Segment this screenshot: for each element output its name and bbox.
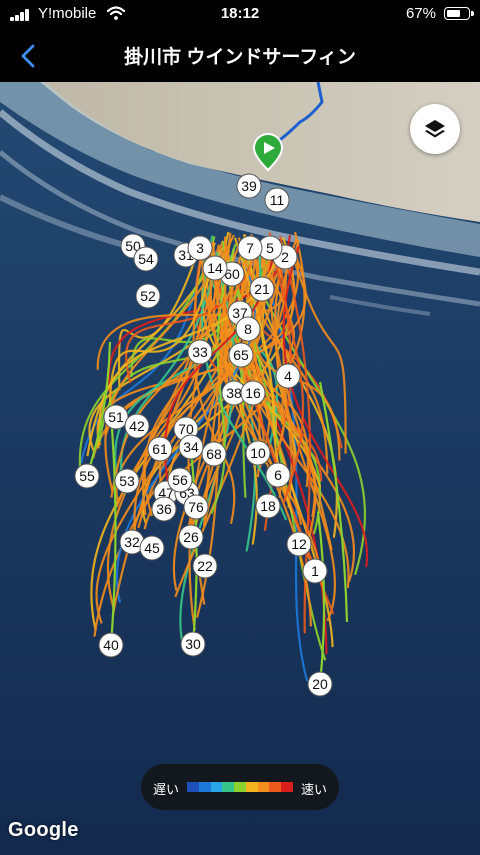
lap-marker-label: 14 bbox=[207, 260, 223, 276]
lap-marker-label: 68 bbox=[206, 446, 222, 462]
lap-marker[interactable]: 30 bbox=[180, 631, 206, 657]
lap-marker-label: 10 bbox=[250, 445, 266, 461]
lap-marker-label: 5 bbox=[266, 240, 274, 256]
lap-marker[interactable]: 21 bbox=[249, 276, 275, 302]
speed-color-swatch bbox=[234, 782, 246, 792]
lap-marker[interactable]: 68 bbox=[201, 441, 227, 467]
lap-marker[interactable]: 33 bbox=[187, 339, 213, 365]
lap-marker-label: 22 bbox=[197, 558, 213, 574]
lap-marker[interactable]: 42 bbox=[124, 413, 150, 439]
lap-marker-label: 54 bbox=[138, 251, 154, 267]
lap-marker[interactable]: 12 bbox=[286, 531, 312, 557]
lap-marker-label: 12 bbox=[291, 536, 307, 552]
speed-color-swatch bbox=[198, 782, 211, 792]
lap-marker[interactable]: 39 bbox=[236, 173, 262, 199]
lap-marker[interactable]: 26 bbox=[178, 524, 204, 550]
lap-marker[interactable]: 1 bbox=[302, 558, 328, 584]
lap-marker-label: 1 bbox=[311, 563, 319, 579]
lap-marker[interactable]: 11 bbox=[264, 187, 290, 213]
lap-marker-label: 56 bbox=[172, 472, 188, 488]
layers-icon bbox=[425, 120, 445, 138]
lap-marker-label: 33 bbox=[192, 344, 208, 360]
lap-marker-label: 36 bbox=[156, 501, 172, 517]
lap-marker-label: 40 bbox=[103, 637, 119, 653]
lap-marker-label: 21 bbox=[254, 281, 270, 297]
lap-marker[interactable]: 54 bbox=[133, 246, 159, 272]
fast-label: 速い bbox=[300, 782, 327, 797]
satellite-map[interactable]: 39115054 31 260215237833 65438 165142 7061 34 6… bbox=[0, 82, 480, 855]
battery-icon bbox=[444, 7, 474, 20]
lap-marker[interactable]: 8 bbox=[235, 316, 261, 342]
lap-marker[interactable]: 65 bbox=[228, 342, 254, 368]
lap-marker[interactable]: 51 bbox=[103, 404, 129, 430]
lap-marker-label: 53 bbox=[119, 473, 135, 489]
lap-marker-label: 51 bbox=[108, 409, 124, 425]
speed-color-swatch bbox=[222, 782, 235, 792]
lap-marker[interactable]: 55 bbox=[74, 463, 100, 489]
lap-marker-label: 76 bbox=[188, 499, 204, 515]
lap-marker-label: 32 bbox=[124, 534, 140, 550]
speed-color-swatch bbox=[245, 782, 258, 792]
lap-marker-label: 55 bbox=[79, 468, 95, 484]
speed-color-swatch bbox=[187, 782, 199, 792]
lap-marker[interactable]: 34 bbox=[178, 434, 204, 460]
lap-marker-label: 4 bbox=[284, 368, 292, 384]
chevron-left-icon bbox=[21, 44, 35, 68]
lap-marker-label: 18 bbox=[260, 498, 276, 514]
speed-color-scale bbox=[187, 782, 294, 792]
lap-marker-label: 20 bbox=[312, 676, 328, 692]
page-title: 掛川市 ウインドサーフィン bbox=[124, 47, 356, 68]
lap-marker-label: 39 bbox=[241, 178, 257, 194]
speed-color-swatch bbox=[269, 782, 282, 792]
lap-marker[interactable]: 76 bbox=[183, 494, 209, 520]
speed-color-swatch bbox=[210, 782, 223, 792]
speed-color-swatch bbox=[257, 782, 270, 792]
lap-marker[interactable]: 52 bbox=[135, 283, 161, 309]
lap-marker-label: 26 bbox=[183, 529, 199, 545]
lap-marker-label: 11 bbox=[270, 192, 285, 208]
lap-marker-label: 30 bbox=[185, 636, 201, 652]
status-bar: Y!mobile 18:12 67% bbox=[0, 0, 480, 30]
lap-marker-label: 34 bbox=[183, 439, 199, 455]
slow-label: 遅い bbox=[153, 782, 180, 797]
lap-marker[interactable]: 4 bbox=[275, 363, 301, 389]
back-button[interactable] bbox=[10, 38, 46, 74]
lap-marker[interactable]: 40 bbox=[98, 632, 124, 658]
lap-marker-label: 8 bbox=[244, 321, 252, 337]
lap-marker-label: 61 bbox=[152, 441, 168, 457]
navigation-bar: 掛川市 ウインドサーフィン bbox=[0, 30, 480, 82]
lap-marker[interactable]: 18 bbox=[255, 493, 281, 519]
lap-marker[interactable]: 61 bbox=[147, 436, 173, 462]
lap-marker[interactable]: 22 bbox=[192, 553, 218, 579]
google-attribution: Google bbox=[8, 819, 79, 841]
lap-marker[interactable]: 14 bbox=[202, 255, 228, 281]
lap-marker[interactable]: 16 bbox=[240, 380, 266, 406]
lap-marker[interactable]: 3 bbox=[187, 235, 213, 261]
lap-marker-label: 16 bbox=[245, 385, 261, 401]
lap-marker-label: 45 bbox=[144, 540, 160, 556]
lap-marker[interactable]: 7 bbox=[237, 235, 263, 261]
lap-marker-label: 42 bbox=[129, 418, 145, 434]
lap-marker-label: 65 bbox=[233, 347, 249, 363]
lap-marker[interactable]: 10 bbox=[245, 440, 271, 466]
map-layers-button[interactable] bbox=[410, 104, 460, 154]
lap-marker-label: 2 bbox=[281, 249, 289, 265]
lap-marker-label: 3 bbox=[196, 240, 204, 256]
map-view[interactable]: 39 11 50 54 31 2 60 21 52 37 8 33 65 4 38 16 51 42 70 61 34 6… bbox=[0, 82, 480, 855]
lap-marker-label: 38 bbox=[226, 385, 242, 401]
speed-legend: 遅い 速い bbox=[141, 764, 339, 810]
lap-marker[interactable]: 45 bbox=[139, 535, 165, 561]
lap-marker[interactable]: 20 bbox=[307, 671, 333, 697]
lap-marker[interactable]: 53 bbox=[114, 468, 140, 494]
lap-marker-label: 6 bbox=[274, 467, 282, 483]
lap-marker[interactable]: 56 bbox=[167, 467, 193, 493]
lap-marker[interactable]: 6 bbox=[265, 462, 291, 488]
speed-color-swatch bbox=[281, 782, 294, 792]
lap-marker-label: 7 bbox=[246, 240, 254, 256]
battery-percentage: 67% bbox=[405, 5, 436, 22]
lap-marker-label: 52 bbox=[140, 288, 156, 304]
lap-marker[interactable]: 36 bbox=[151, 496, 177, 522]
